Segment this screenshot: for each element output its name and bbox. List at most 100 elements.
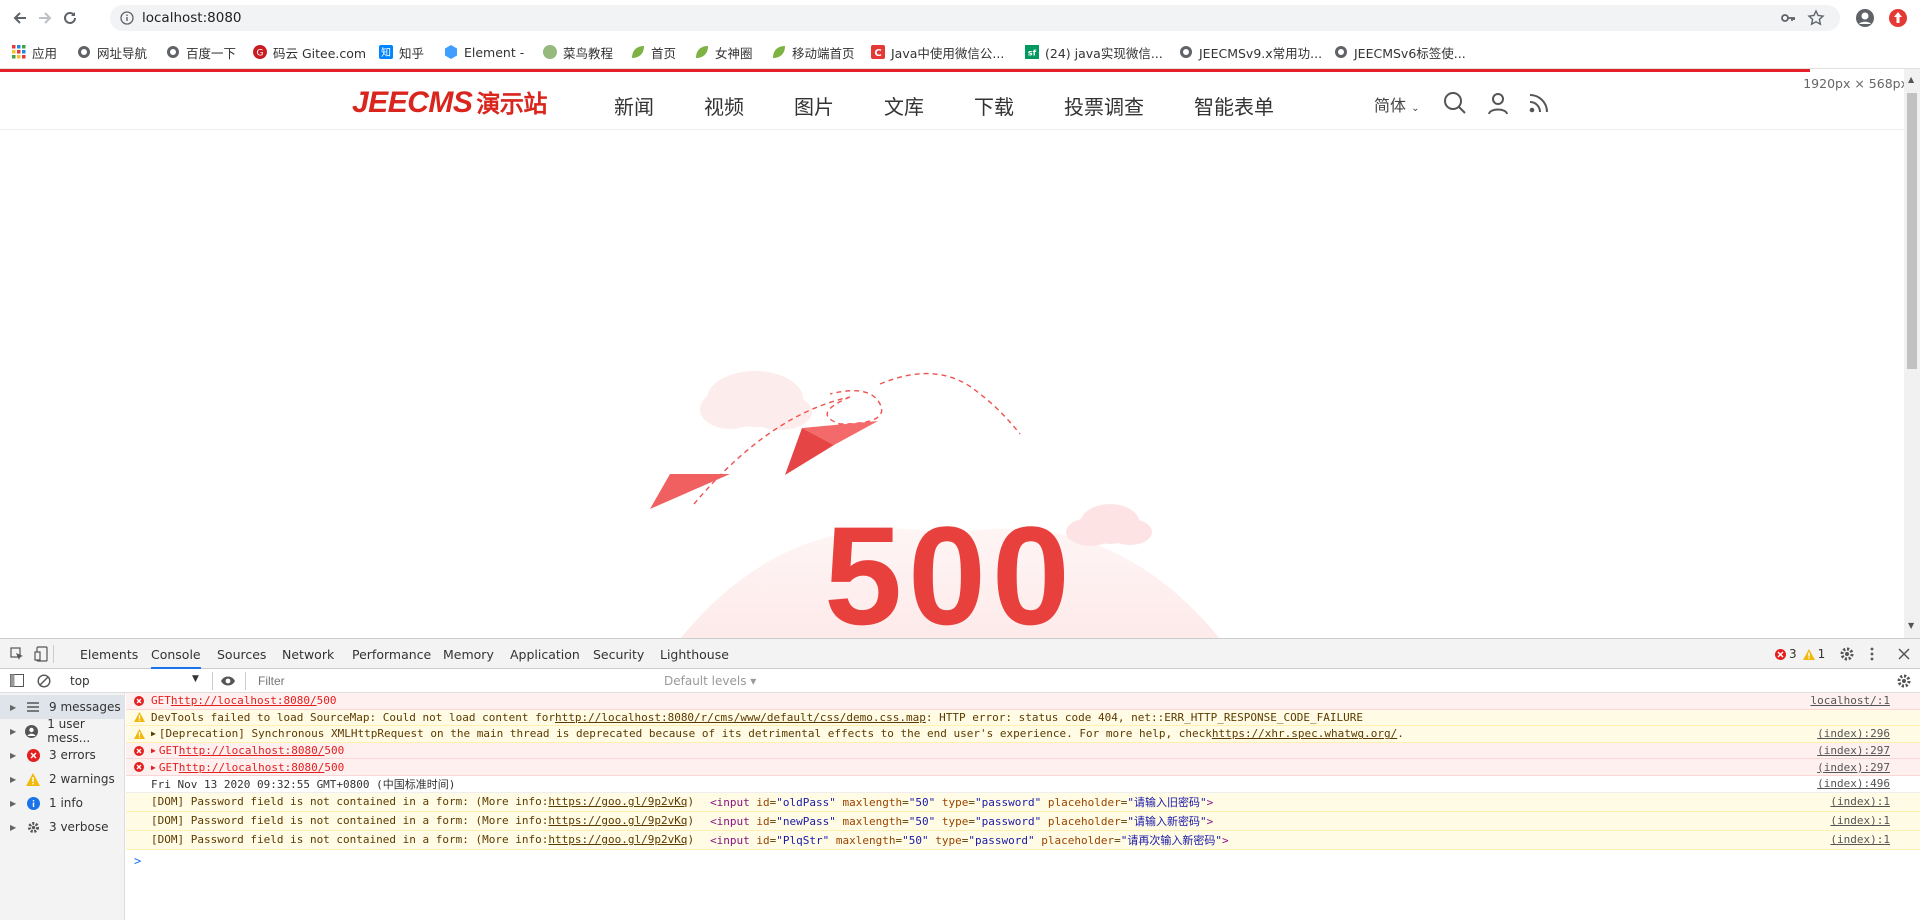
profile-icon[interactable] <box>1855 8 1875 28</box>
nav-item-news[interactable]: 新闻 <box>614 91 654 120</box>
bookmark-item[interactable]: JEECMSv9.x常用功... <box>1179 43 1322 61</box>
source-link[interactable]: (index):1 <box>1830 814 1890 827</box>
clear-console-icon[interactable] <box>37 674 51 688</box>
nav-item-forms[interactable]: 智能表单 <box>1194 91 1274 120</box>
source-link[interactable]: (index):1 <box>1830 833 1890 846</box>
bookmark-item[interactable]: C Java中使用微信公... <box>871 43 1004 61</box>
expand-arrow-icon[interactable]: ▶ <box>151 746 156 755</box>
source-link[interactable]: (index):296 <box>1817 727 1890 740</box>
expand-arrow-icon[interactable]: ▶ <box>10 727 19 736</box>
sidebar-item-user-messages[interactable]: ▶ 1 user mess... <box>0 717 125 745</box>
source-link[interactable]: localhost/:1 <box>1811 694 1890 707</box>
context-selector[interactable]: top ▼ <box>70 674 202 688</box>
tab-lighthouse[interactable]: Lighthouse <box>660 647 729 662</box>
bookmark-item[interactable]: 百度一下 <box>166 43 236 61</box>
dom-node[interactable]: <input id="oldPass" maxlength="50" type=… <box>710 794 1213 810</box>
log-levels-dropdown[interactable]: Default levels ▾ <box>664 674 756 688</box>
scrollbar-thumb[interactable] <box>1907 93 1917 369</box>
expand-arrow-icon[interactable]: ▶ <box>10 703 20 712</box>
bookmark-item[interactable]: JEECMSv6标签使... <box>1334 43 1466 61</box>
expand-arrow-icon[interactable]: ▶ <box>10 823 20 832</box>
nav-item-library[interactable]: 文库 <box>884 91 924 120</box>
close-icon[interactable] <box>1898 648 1910 660</box>
bookmark-item[interactable]: G 码云 Gitee.com <box>253 43 366 61</box>
language-selector[interactable]: 简体 ⌄ <box>1374 92 1420 116</box>
sidebar-item-info[interactable]: ▶ 1 info <box>0 791 125 815</box>
address-bar[interactable]: localhost:8080 <box>110 5 1840 31</box>
bookmark-item[interactable]: 网址导航 <box>77 43 147 61</box>
settings-gear-icon[interactable] <box>1840 647 1854 661</box>
sidebar-toggle-icon[interactable] <box>10 674 24 687</box>
tab-application[interactable]: Application <box>510 647 580 662</box>
source-link[interactable]: (index):496 <box>1817 777 1890 790</box>
extension-icon[interactable] <box>1888 8 1908 28</box>
sidebar-item-warnings[interactable]: ▶ 2 warnings <box>0 767 125 791</box>
message-link[interactable]: https://goo.gl/9p2vKq <box>548 833 687 846</box>
nav-item-vote[interactable]: 投票调查 <box>1064 91 1144 120</box>
tab-elements[interactable]: Elements <box>80 647 138 662</box>
tab-security[interactable]: Security <box>593 647 644 662</box>
message-link[interactable]: https://goo.gl/9p2vKq <box>548 795 687 808</box>
bookmark-item[interactable]: 首页 <box>631 43 676 61</box>
more-options-icon[interactable] <box>1869 647 1875 661</box>
message-link[interactable]: https://xhr.spec.whatwg.org/ <box>1212 727 1397 740</box>
expand-arrow-icon[interactable]: ▶ <box>151 763 156 772</box>
message-text: GET <box>158 744 179 758</box>
reload-button[interactable] <box>59 7 81 29</box>
expand-arrow-icon[interactable]: ▶ <box>10 775 20 784</box>
bookmark-item[interactable]: Element - <box>444 43 524 61</box>
expand-arrow-icon[interactable]: ▶ <box>10 751 20 760</box>
sidebar-item-verbose[interactable]: ▶ 3 verbose <box>0 815 125 839</box>
console-settings-icon[interactable] <box>1897 674 1911 688</box>
expand-arrow-icon[interactable]: ▶ <box>151 729 156 738</box>
console-filter-input[interactable] <box>252 672 654 690</box>
rss-icon[interactable] <box>1526 90 1552 116</box>
back-button[interactable] <box>9 7 31 29</box>
url-text[interactable]: localhost:8080 <box>142 10 242 26</box>
search-icon[interactable] <box>1442 90 1468 116</box>
key-icon[interactable] <box>1780 10 1796 26</box>
sidebar-item-errors[interactable]: ▶ 3 errors <box>0 743 125 767</box>
sidebar-item-messages[interactable]: ▶ 9 messages <box>0 695 125 719</box>
bookmark-apps[interactable]: 应用 <box>12 43 57 61</box>
nav-item-video[interactable]: 视频 <box>704 91 744 120</box>
scroll-down-arrow-icon[interactable]: ▼ <box>1908 621 1914 630</box>
user-icon[interactable] <box>1485 90 1511 116</box>
site-header: JEECMS 演示站 新闻 视频 图片 文库 下载 投票调查 智能表单 简体 ⌄ <box>0 72 1904 130</box>
message-suffix: ) <box>687 814 695 828</box>
tab-memory[interactable]: Memory <box>443 647 494 662</box>
tab-console[interactable]: Console <box>151 647 201 669</box>
tab-sources[interactable]: Sources <box>217 647 266 662</box>
expand-arrow-icon[interactable]: ▶ <box>10 799 20 808</box>
bookmark-item[interactable]: 知知乎 <box>379 43 424 61</box>
source-link[interactable]: (index):1 <box>1830 795 1890 808</box>
inspect-element-icon[interactable] <box>10 647 24 661</box>
source-link[interactable]: (index):297 <box>1817 761 1890 774</box>
message-link[interactable]: http://localhost:8080/ <box>179 744 325 757</box>
source-link[interactable]: (index):297 <box>1817 744 1890 757</box>
device-toggle-icon[interactable] <box>34 646 48 662</box>
message-link[interactable]: http://localhost:8080/r/cms/www/default/… <box>555 711 926 724</box>
list-icon <box>26 700 40 714</box>
dom-node[interactable]: <input id="PlqStr" maxlength="50" type="… <box>710 832 1229 848</box>
eye-icon[interactable] <box>220 675 236 687</box>
bookmark-item[interactable]: 菜鸟教程 <box>543 43 613 61</box>
dom-node[interactable]: <input id="newPass" maxlength="50" type=… <box>710 813 1213 829</box>
forward-button[interactable] <box>34 7 56 29</box>
scroll-up-arrow-icon[interactable]: ▲ <box>1908 75 1914 84</box>
message-link[interactable]: http://localhost:8080/ <box>171 694 317 707</box>
bookmark-item[interactable]: 移动端首页 <box>772 43 855 61</box>
tab-network[interactable]: Network <box>282 647 334 662</box>
star-icon[interactable] <box>1807 9 1825 27</box>
page-scrollbar[interactable]: ▲ ▼ <box>1904 69 1920 638</box>
issue-counter[interactable]: 3 1 <box>1775 647 1825 661</box>
message-link[interactable]: http://localhost:8080/ <box>179 761 325 774</box>
nav-item-download[interactable]: 下载 <box>974 91 1014 120</box>
bookmark-item[interactable]: sf (24) java实现微信... <box>1025 43 1163 61</box>
nav-item-images[interactable]: 图片 <box>794 91 834 120</box>
tab-performance[interactable]: Performance <box>352 647 431 662</box>
console-prompt[interactable]: > <box>134 854 141 868</box>
message-link[interactable]: https://goo.gl/9p2vKq <box>548 814 687 827</box>
site-logo[interactable]: JEECMS 演示站 <box>352 84 547 120</box>
bookmark-item[interactable]: 女神圈 <box>695 43 753 61</box>
